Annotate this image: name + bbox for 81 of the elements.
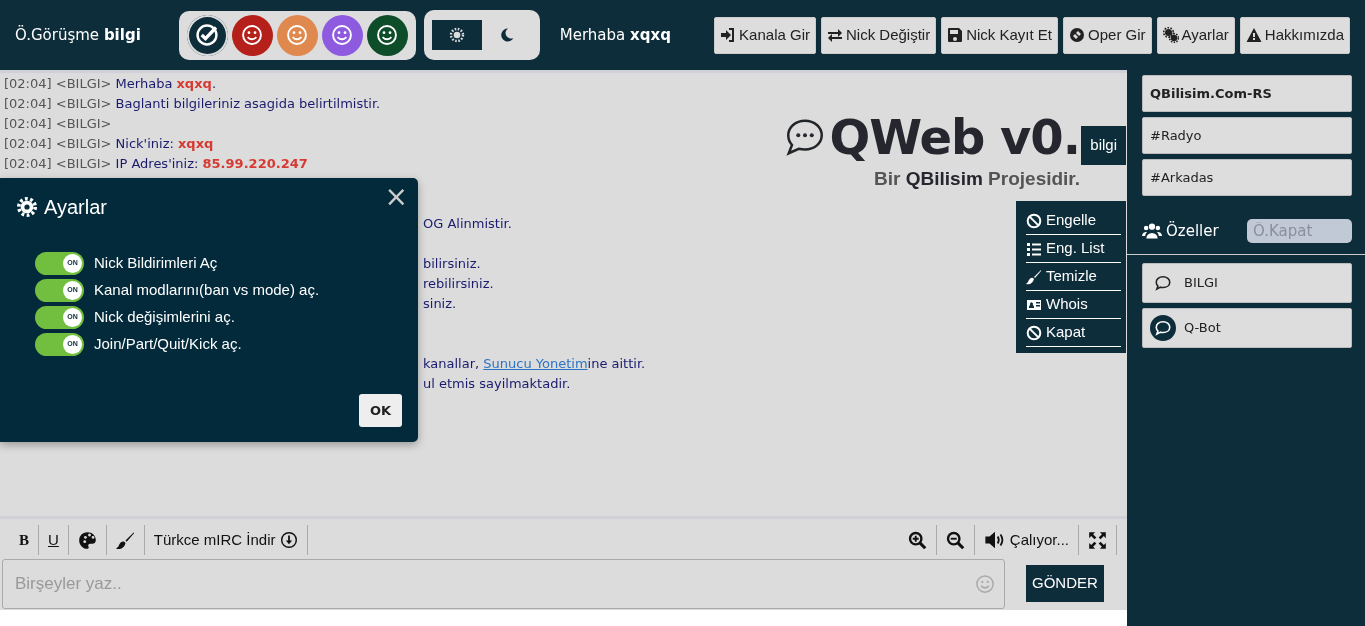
toolbar-button[interactable]: Ayarlar bbox=[1156, 16, 1235, 54]
download-icon bbox=[279, 531, 298, 549]
sun-icon bbox=[448, 27, 465, 43]
private-chat-title: Ö.Görüşme bilgi bbox=[15, 24, 141, 46]
option-label: Nick değişimlerini aç. bbox=[94, 307, 235, 328]
light-mode-button[interactable] bbox=[431, 20, 482, 50]
chat-message: [02:04] <BILGI> Baglanti bilgileriniz asagida belirtilmistir. bbox=[4, 96, 381, 111]
menu-item[interactable]: Whois bbox=[1026, 291, 1121, 319]
chat-message-fragment: bilirsiniz. bbox=[423, 256, 481, 271]
greeting-text: Merhaba xqxq bbox=[559, 24, 671, 46]
chat-message-fragment: siniz. bbox=[423, 296, 457, 311]
toolbar-button[interactable]: Kanala Gir bbox=[714, 16, 816, 54]
option-label: Kanal modlarını(ban vs mode) aç. bbox=[94, 280, 320, 301]
channel-item[interactable]: #Radyo bbox=[1142, 117, 1352, 154]
ban-icon bbox=[1026, 324, 1042, 341]
chat-message-fragment: kanallar, Sunucu Yonetimine aittir. bbox=[423, 356, 646, 371]
ban-icon bbox=[1026, 212, 1042, 229]
channel-item[interactable]: #Arkadas bbox=[1142, 159, 1352, 196]
zoom-in-icon bbox=[907, 530, 927, 550]
color-theme-button[interactable] bbox=[231, 14, 273, 56]
close-button[interactable]: × bbox=[384, 180, 408, 214]
chat-message-fragment: OG Alinmistir. bbox=[423, 216, 512, 231]
smiley-icon bbox=[331, 24, 354, 46]
chat-message-fragment: rebilirsiniz. bbox=[423, 276, 494, 291]
zoom-out-icon bbox=[945, 530, 965, 550]
chat-message: [02:04] <BILGI> IP Adres'iniz: 85.99.220.247 bbox=[4, 156, 308, 171]
channel-item[interactable]: QBilisim.Com-RS bbox=[1142, 75, 1352, 112]
toolbar-button[interactable]: Nick Kayıt Et bbox=[941, 16, 1059, 54]
link-badge-icon bbox=[1069, 27, 1086, 43]
menu-item[interactable]: Engelle bbox=[1026, 207, 1121, 235]
chat-message-fragment: ul etmis sayilmaktadir. bbox=[423, 376, 571, 391]
color-theme-button[interactable] bbox=[321, 14, 363, 56]
toolbar-button[interactable]: Nick Değiştir bbox=[821, 16, 937, 54]
privates-title: Özeller bbox=[1166, 220, 1219, 242]
chat-link[interactable]: Sunucu Yonetim bbox=[483, 356, 588, 371]
speaker-icon bbox=[983, 529, 1006, 551]
app-logo-title: QWeb v0. bbox=[829, 113, 1080, 161]
check-circle-icon bbox=[195, 23, 220, 47]
chat-bubble-icon bbox=[785, 117, 826, 157]
chat-message: [02:04] <BILGI> Merhaba xqxq. bbox=[4, 76, 216, 91]
download-link[interactable]: Türkce mIRC İndir bbox=[144, 525, 308, 555]
menu-item[interactable]: Eng. List bbox=[1026, 235, 1121, 263]
menu-item[interactable]: Kapat bbox=[1026, 319, 1121, 347]
color-theme-button[interactable] bbox=[366, 14, 408, 56]
users-icon bbox=[1142, 221, 1162, 241]
fullscreen-icon bbox=[1088, 530, 1107, 550]
info-tab[interactable]: bilgi bbox=[1081, 126, 1126, 165]
option-label: Nick Bildirimleri Aç bbox=[94, 253, 218, 274]
sound-button[interactable]: Çalıyor... bbox=[974, 525, 1079, 555]
underline-button[interactable]: U bbox=[39, 525, 69, 555]
bold-button[interactable]: B bbox=[10, 525, 39, 555]
option-label: Join/Part/Quit/Kick aç. bbox=[94, 334, 242, 355]
list-icon bbox=[1026, 240, 1042, 257]
chat-message: [02:04] <BILGI> bbox=[4, 116, 112, 131]
message-input[interactable]: Birşeyler yaz.. bbox=[2, 558, 1005, 609]
gears-icon bbox=[1162, 27, 1179, 43]
moon-icon bbox=[498, 27, 515, 43]
menu-item[interactable]: Temizle bbox=[1026, 263, 1121, 291]
smiley-icon bbox=[286, 24, 309, 46]
send-button[interactable]: GÖNDER bbox=[1026, 565, 1104, 602]
close-private-field[interactable]: Ö.Kapat bbox=[1247, 219, 1352, 243]
color-theme-button[interactable] bbox=[276, 14, 318, 56]
brush-icon bbox=[1026, 268, 1042, 285]
private-chat-item[interactable]: BILGI bbox=[1142, 263, 1352, 303]
toolbar-button[interactable]: Oper Gir bbox=[1063, 16, 1152, 54]
smiley-icon bbox=[376, 24, 399, 46]
warning-icon bbox=[1245, 27, 1262, 43]
smiley-icon bbox=[241, 24, 264, 46]
dialog-title: Ayarlar bbox=[44, 195, 107, 220]
private-chat-item[interactable]: Q-Bot bbox=[1142, 308, 1352, 348]
gear-icon bbox=[16, 196, 38, 218]
swap-arrows-icon bbox=[827, 27, 843, 43]
palette-icon bbox=[77, 530, 97, 550]
brush-icon bbox=[115, 530, 135, 550]
color-theme-button[interactable] bbox=[186, 14, 228, 56]
emoji-icon bbox=[975, 573, 995, 594]
toolbar-button[interactable]: Hakkımızda bbox=[1239, 16, 1350, 54]
chat-message: [02:04] <BILGI> Nick'iniz: xqxq bbox=[4, 136, 214, 151]
ok-button[interactable]: OK bbox=[358, 393, 402, 427]
login-arrow-icon bbox=[720, 27, 737, 43]
app-subtitle: Bir QBilisim Projesidir. bbox=[873, 167, 1080, 191]
